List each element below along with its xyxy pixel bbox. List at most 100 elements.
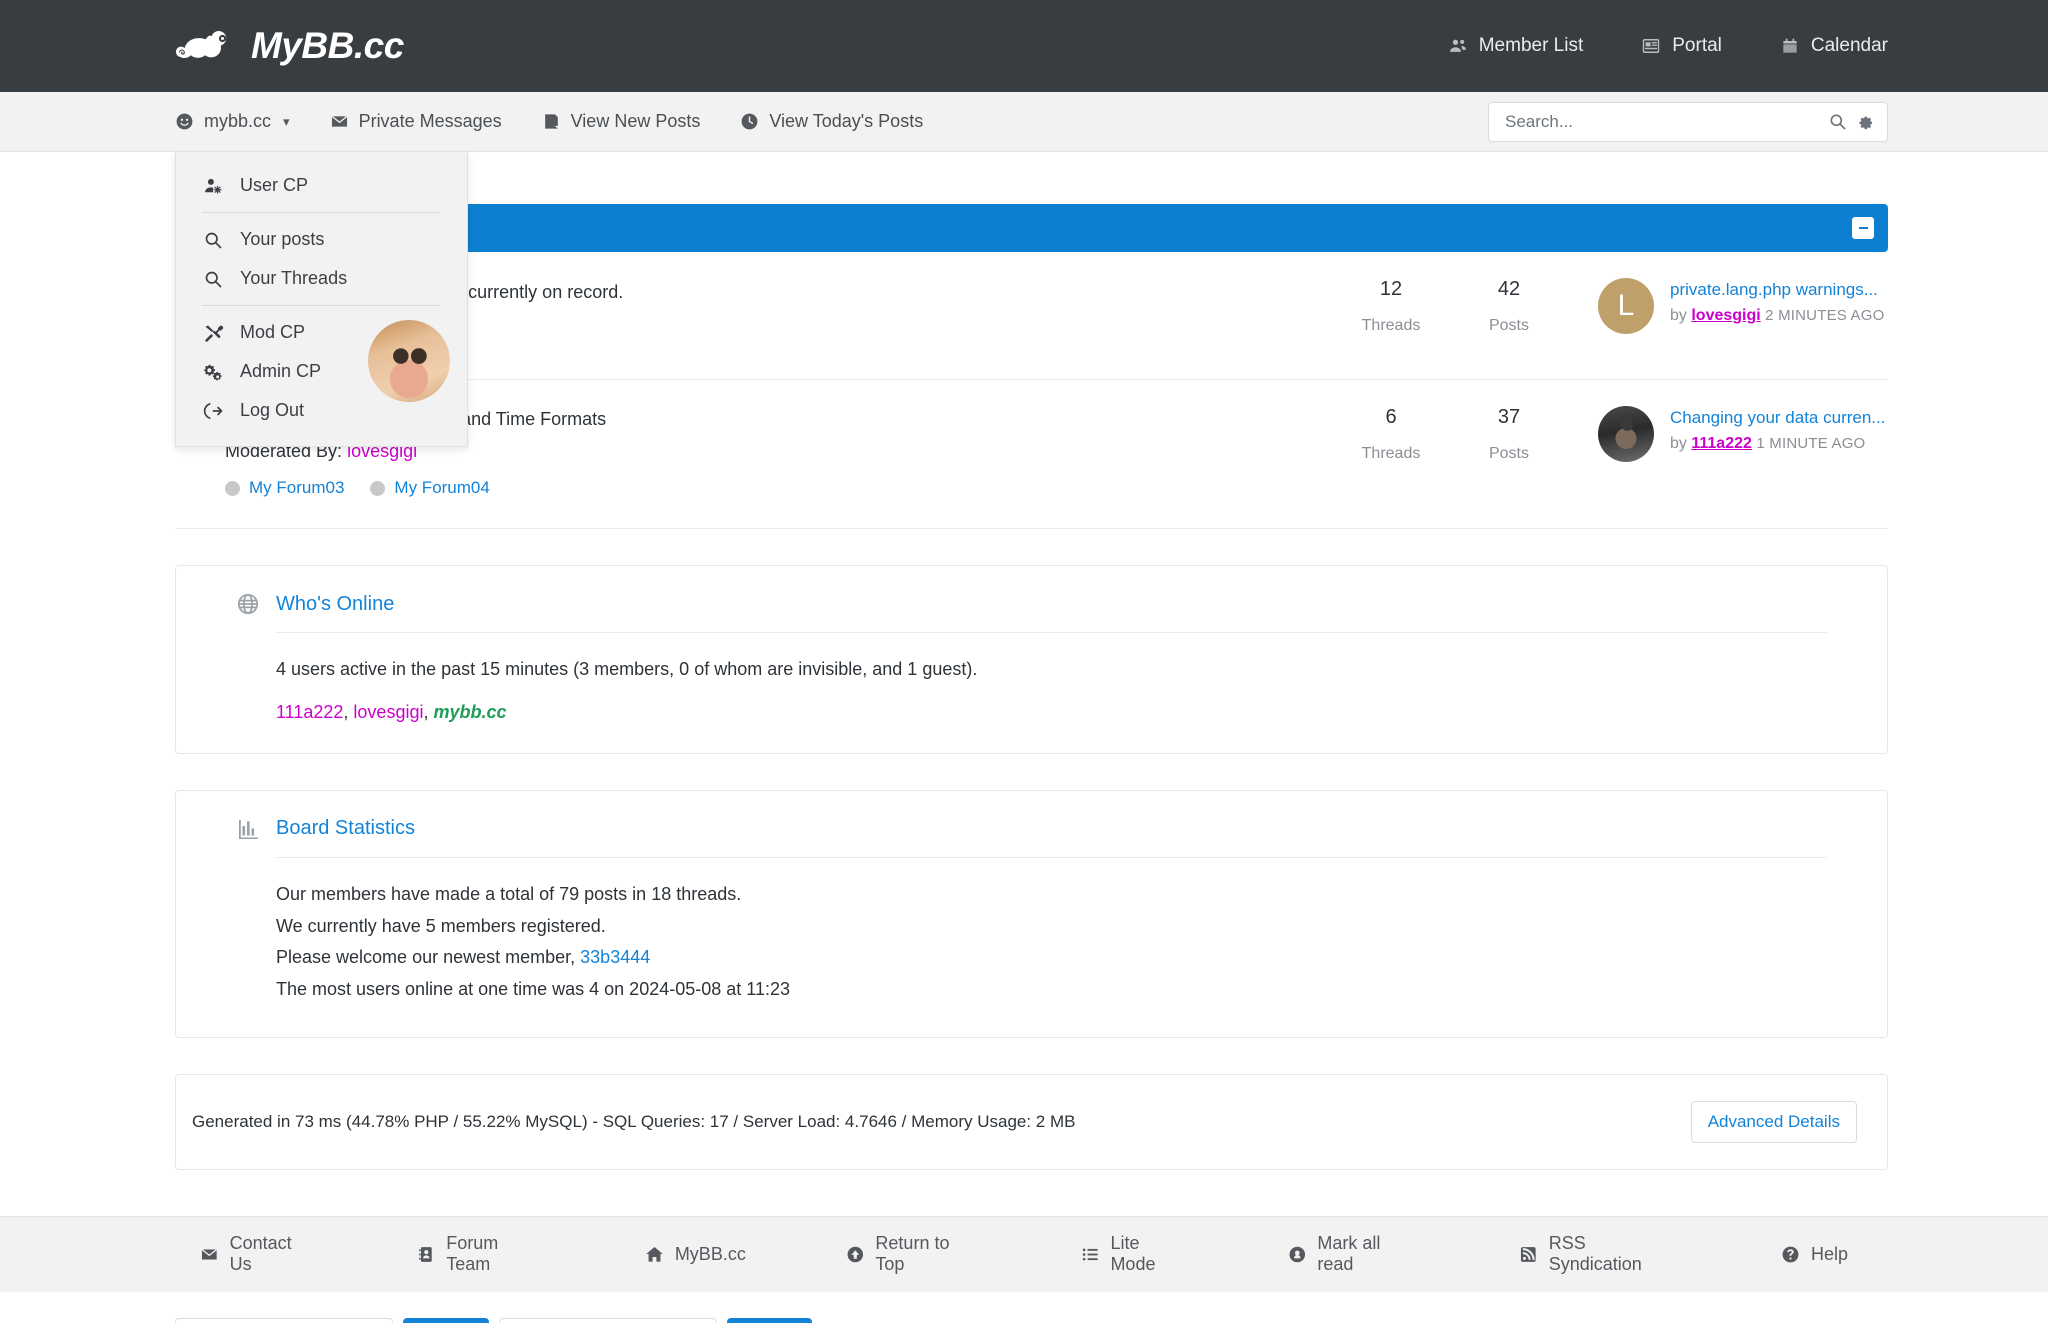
subnav-view-todays-posts-label: View Today's Posts [769,111,924,131]
footer-link-mark-all-read-label: Mark all read [1317,1233,1381,1275]
posts-count-label: Posts [1488,317,1529,334]
nav-portal[interactable]: Portal [1641,35,1722,57]
dropdown-item-your-posts[interactable]: Your posts [176,220,467,259]
nav-member-list-label: Member List [1478,35,1584,56]
check-circle-icon [1289,1246,1305,1263]
separator: , [343,701,354,722]
last-post: L private.lang.php warnings... by lovesg… [1568,278,1888,334]
list-icon [1082,1248,1098,1261]
last-post-meta: by lovesgigi 2 MINUTES AGO [1670,307,1884,325]
footer-link-home[interactable]: MyBB.cc [645,1244,746,1265]
footer-link-help-label: Help [1810,1243,1848,1264]
nav-member-list[interactable]: Member List [1448,35,1584,57]
tools-icon [205,325,224,342]
search-icon[interactable] [1828,112,1847,131]
whos-online-body: 4 users active in the past 15 minutes (3… [236,633,1827,723]
subforum-list: My Forum03 My Forum04 [225,478,1312,498]
subnav-private-messages-label: Private Messages [358,111,502,131]
subnav-view-new-posts[interactable]: View New Posts [542,111,701,132]
search-box[interactable] [1488,101,1888,142]
subnav-user-menu[interactable]: mybb.cc ▾ [175,111,290,132]
threads-count: 12 Threads [1332,278,1450,335]
language-go-button[interactable]: Go [726,1317,813,1323]
footer-link-forum-team[interactable]: Forum Team [417,1233,545,1275]
last-post-author[interactable]: 111a222 [1691,435,1752,452]
dropdown-item-user-cp[interactable]: User CP [176,166,467,205]
advanced-details-button[interactable]: Advanced Details [1690,1100,1857,1143]
footer-link-return-to-top-label: Return to Top [875,1233,950,1275]
last-post-by-prefix: by [1670,435,1687,452]
threads-count-label: Threads [1361,317,1421,334]
theme-language-selectors: Curves UI-extend ▲▼ Go English (American… [175,1317,813,1323]
posts-count-value: 37 [1497,406,1521,428]
whos-online-summary: 4 users active in the past 15 minutes (3… [276,659,978,679]
board-statistics-title[interactable]: Board Statistics [276,817,415,840]
secondary-nav-bar: mybb.cc ▾ Private Messages View New Post… [0,92,2048,447]
subforum-link[interactable]: My Forum04 [394,478,489,498]
subforum-status-icon [370,480,386,496]
dropdown-item-your-threads[interactable]: Your Threads [176,259,467,298]
dropdown-item-log-out-label: Log Out [240,400,305,420]
footer-link-return-to-top[interactable]: Return to Top [846,1233,981,1275]
stat-newest-member: Please welcome our newest member, 33b344… [276,943,1827,972]
footer-link-rss-syndication[interactable]: RSS Syndication [1519,1233,1681,1275]
chevron-down-icon: ▾ [283,113,290,129]
minus-icon [1858,227,1868,229]
avatar[interactable]: L [1598,278,1654,334]
threads-count-value: 12 [1379,278,1403,300]
collapse-category-button[interactable] [1852,217,1874,239]
search-input[interactable] [1505,111,1819,132]
subnav-view-todays-posts[interactable]: View Today's Posts [740,111,923,132]
dropdown-item-admin-cp-label: Admin CP [240,361,322,381]
posts-count: 37 Posts [1450,406,1568,463]
subnav-view-new-posts-label: View New Posts [570,111,701,131]
arrow-up-circle-icon [847,1246,863,1263]
smiley-icon [176,113,193,130]
last-post-title[interactable]: private.lang.php warnings... [1670,280,1884,300]
brand[interactable]: MyBB.cc [175,25,404,67]
online-user-link[interactable]: 111a222 [276,702,343,722]
footer-controls: Curves UI-extend ▲▼ Go English (American… [0,1292,2048,1323]
globe-icon [237,593,259,615]
footer-link-forum-team-label: Forum Team [446,1233,499,1275]
last-post-title[interactable]: Changing your data curren... [1670,408,1885,428]
footer-link-home-label: MyBB.cc [674,1243,746,1264]
subnav-private-messages[interactable]: Private Messages [330,111,502,132]
threads-count-value: 6 [1385,406,1397,428]
theme-go-button[interactable]: Go [403,1317,489,1323]
footer-link-lite-mode[interactable]: Lite Mode [1081,1233,1188,1275]
footer-link-mark-all-read[interactable]: Mark all read [1288,1233,1419,1275]
separator: , [423,701,434,722]
footer-link-contact-us-label: Contact Us [229,1233,292,1275]
board-statistics-body: Our members have made a total of 79 post… [236,858,1827,1004]
language-select[interactable]: English (American) ▲▼ [498,1317,717,1323]
subnav-user-menu-label: mybb.cc [204,111,272,131]
last-post-body: private.lang.php warnings... by lovesgig… [1670,278,1884,334]
question-circle-icon [1782,1246,1799,1263]
portal-icon [1643,39,1660,53]
whos-online-title[interactable]: Who's Online [276,593,394,616]
last-post: Changing your data curren... by 111a222 … [1568,406,1888,462]
subforum-link[interactable]: My Forum03 [249,478,344,498]
gear-icon[interactable] [1856,112,1875,131]
credits: Powered By MyBB , © 2002-2024 MyBB Group… [1487,1318,1888,1323]
nav-calendar[interactable]: Calendar [1780,35,1888,57]
dropdown-separator [202,305,441,306]
posts-count: 42 Posts [1450,278,1568,335]
last-post-author[interactable]: lovesgigi [1691,307,1760,324]
online-user-link[interactable]: mybb.cc [433,702,506,722]
stat-most-online: The most users online at one time was 4 … [276,979,790,1000]
primary-nav: Member List Portal Calendar [1448,35,1888,57]
credits-line-1: Powered By MyBB , © 2002-2024 MyBB Group… [1487,1318,1888,1323]
user-avatar [368,320,450,402]
online-user-link[interactable]: lovesgigi [353,702,423,722]
newest-member-link[interactable]: 33b3444 [580,947,650,967]
chart-icon [239,819,258,839]
envelope-icon [331,115,347,127]
footer-link-contact-us[interactable]: Contact Us [200,1233,317,1275]
home-icon [646,1247,663,1262]
avatar[interactable] [1598,406,1654,462]
theme-select[interactable]: Curves UI-extend ▲▼ [175,1317,393,1323]
footer-link-help[interactable]: Help [1781,1244,1848,1265]
calendar-icon [1783,38,1797,53]
